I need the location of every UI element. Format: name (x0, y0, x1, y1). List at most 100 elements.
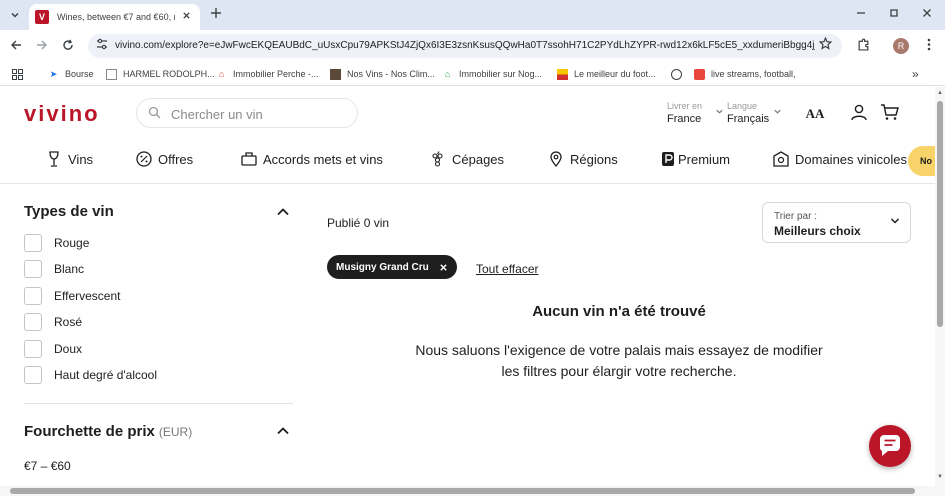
ship-to-caption: Livrer en (667, 101, 703, 111)
scroll-up-arrow-icon[interactable]: ▲ (936, 89, 944, 97)
back-button[interactable] (6, 36, 26, 56)
bookmark-label: Le meilleur du foot... (574, 69, 656, 79)
close-window-button[interactable] (915, 4, 939, 24)
search-box[interactable] (136, 98, 358, 128)
search-input[interactable] (171, 105, 351, 123)
filter-doux[interactable]: Doux (24, 340, 82, 358)
nav-label: Régions (570, 151, 618, 167)
new-tab-button[interactable] (206, 5, 226, 25)
bookmark-item[interactable]: ➤ Bourse (48, 67, 94, 81)
bookmark-item[interactable]: Le meilleur du foot... (557, 67, 656, 81)
tab-search-button[interactable] (5, 5, 25, 25)
empty-state-title: Aucun vin n'a été trouvé (532, 303, 706, 320)
scroll-down-arrow-icon[interactable]: ▼ (936, 473, 944, 481)
nav-item-cepages[interactable]: Cépages (430, 151, 504, 167)
cart-icon (881, 104, 899, 120)
sort-caption: Trier par : (774, 211, 817, 222)
filter-rose[interactable]: Rosé (24, 313, 82, 331)
close-tab-button[interactable] (179, 11, 193, 23)
active-filter-chip[interactable]: Musigny Grand Cru (327, 255, 457, 279)
scrollbar-thumb[interactable] (937, 101, 943, 327)
sidebar-divider (24, 403, 293, 404)
forward-button[interactable] (32, 36, 52, 56)
checkbox[interactable] (24, 366, 42, 384)
forward-icon (37, 40, 47, 50)
chevron-up-icon[interactable] (276, 424, 290, 438)
nav-item-offres[interactable]: Offres (136, 151, 193, 167)
ship-to-selector[interactable]: Livrer en France (667, 101, 723, 126)
site-info-icon[interactable] (94, 38, 110, 54)
nav-item-vins[interactable]: Vins (46, 151, 93, 167)
nav-item-accords-mets-et-vins[interactable]: Accords mets et vins (241, 151, 383, 167)
menu-icon (927, 38, 931, 51)
ship-to-value: France (667, 113, 702, 125)
filter-label: Effervescent (54, 289, 121, 303)
house-icon: ⌂ (444, 68, 451, 79)
scrollbar-thumb[interactable] (10, 488, 915, 494)
vivino-logo[interactable]: vivino (24, 101, 100, 127)
filter-label: Rouge (54, 236, 90, 250)
nav-label: Accords mets et vins (263, 151, 383, 167)
wine-types-heading: Types de vin (24, 203, 114, 220)
bookmark-item[interactable]: Nos Vins - Nos Clim... (330, 67, 435, 81)
reload-button[interactable] (58, 36, 78, 56)
checkbox[interactable] (24, 234, 42, 252)
nav-item-regions[interactable]: Régions (548, 151, 618, 167)
bookmark-label: HARMEL RODOLPH... (123, 69, 215, 79)
bookmark-item[interactable]: ⌂ Immobilier sur Nog... (442, 67, 542, 81)
wine-glass-icon (49, 151, 59, 167)
bookmark-star-button[interactable] (818, 36, 833, 53)
arrow-icon: ➤ (49, 68, 58, 79)
checkbox[interactable] (24, 287, 42, 305)
extensions-button[interactable] (853, 36, 873, 56)
bookmark-item[interactable]: HARMEL RODOLPH... (106, 67, 215, 81)
grapes-icon (432, 151, 443, 167)
restore-button[interactable] (882, 4, 906, 24)
filter-blanc[interactable]: Blanc (24, 260, 84, 278)
bookmark-item[interactable] (671, 67, 688, 81)
checkbox[interactable] (24, 260, 42, 278)
checkbox[interactable] (24, 340, 42, 358)
language-selector[interactable]: Langue Français (727, 101, 781, 126)
nav-item-overflow[interactable]: No (908, 146, 937, 176)
font-size-button[interactable]: AA (804, 103, 826, 125)
horizontal-scrollbar[interactable] (0, 486, 935, 496)
language-value: Français (727, 113, 770, 125)
minimize-icon (857, 12, 865, 14)
browser-toolbar: vivino.com/explore?e=eJwFwcEKQEAUBdC_uUs… (0, 30, 945, 62)
account-button[interactable] (848, 103, 870, 125)
nav-item-premium[interactable]: Premium (660, 151, 730, 167)
chevron-down-icon (716, 109, 723, 114)
percent-icon (136, 151, 152, 167)
vertical-scrollbar[interactable]: ▲ ▼ (935, 87, 945, 496)
sort-dropdown[interactable]: Trier par : Meilleurs choix (762, 202, 911, 243)
winery-icon (773, 151, 789, 167)
browser-menu-button[interactable] (919, 36, 939, 56)
bookmark-item[interactable]: live streams, football, (694, 67, 796, 81)
filter-effervescent[interactable]: Effervescent (24, 287, 120, 305)
filter-rouge[interactable]: Rouge (24, 234, 89, 252)
minimize-button[interactable] (849, 4, 873, 24)
price-range-heading: Fourchette de prix (EUR) (24, 423, 192, 440)
nav-label: Premium (678, 151, 731, 167)
address-bar[interactable]: vivino.com/explore?e=eJwFwcEKQEAUBdC_uUs… (88, 34, 842, 58)
apps-button[interactable] (12, 67, 23, 81)
chat-button[interactable] (869, 425, 911, 467)
more-bookmarks-button[interactable]: » (912, 67, 919, 81)
bookmark-item[interactable]: ⌂ Immobilier Perche -... (216, 67, 319, 81)
nav-item-domaines-vinicoles[interactable]: Domaines vinicoles (773, 151, 907, 167)
browser-tab-active[interactable]: V Wines, between €7 and €60, rat (29, 4, 200, 30)
filter-haut-degre-alcool[interactable]: Haut degré d'alcool (24, 366, 157, 384)
bookmark-label: Nos Vins - Nos Clim... (347, 69, 435, 79)
clear-filters-link[interactable]: Tout effacer (476, 262, 538, 276)
chevron-up-icon[interactable] (276, 205, 290, 219)
bookmark-label: Immobilier Perche -... (233, 69, 319, 79)
wine-icon (330, 68, 341, 80)
close-icon[interactable] (439, 263, 448, 272)
cart-button[interactable] (879, 103, 901, 125)
apps-icon (12, 68, 23, 80)
price-range-title: Fourchette de prix (24, 423, 155, 440)
checkbox[interactable] (24, 313, 42, 331)
results-count: Publié 0 vin (327, 216, 390, 230)
profile-avatar[interactable]: R (893, 38, 909, 54)
